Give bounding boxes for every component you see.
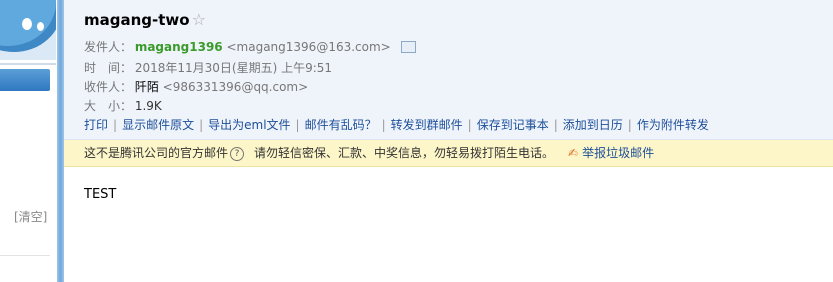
notice-warning: 请勿轻信密保、汇款、中奖信息，勿轻易拨打陌生电话。 xyxy=(254,146,555,160)
size-row: 大 小： 1.9K xyxy=(84,97,162,114)
logo-eye xyxy=(37,22,44,31)
export-eml-link[interactable]: 导出为eml文件 xyxy=(208,118,290,132)
time-label: 时 间： xyxy=(84,61,133,75)
mail-body: TEST xyxy=(84,187,117,202)
recipient-name[interactable]: 阡陌 xyxy=(135,80,159,94)
mail-actions: 打印 | 显示邮件原文 | 导出为eml文件 | 邮件有乱码？ | 转发到群邮件 | 保存到记事本 |… xyxy=(84,118,709,132)
print-link[interactable]: 打印 xyxy=(84,118,108,132)
contact-card-icon[interactable] xyxy=(400,40,416,53)
help-icon[interactable]: ? xyxy=(230,147,245,161)
star-icon[interactable]: ☆ xyxy=(192,10,206,29)
recipient-address: <986331396@qq.com> xyxy=(162,80,309,94)
notice-official: 这不是腾讯公司的官方邮件? xyxy=(84,140,245,166)
show-source-link[interactable]: 显示邮件原文 xyxy=(122,118,194,132)
save-notepad-link[interactable]: 保存到记事本 xyxy=(477,118,549,132)
sender-address: <magang1396@163.com> xyxy=(226,40,391,54)
add-calendar-link[interactable]: 添加到日历 xyxy=(563,118,623,132)
report-spam-link[interactable]: ✍ 举报垃圾邮件 xyxy=(568,140,654,166)
report-icon: ✍ xyxy=(568,146,579,160)
sidebar: [清空] xyxy=(0,0,56,282)
security-notice: 这不是腾讯公司的官方邮件? 请勿轻信密保、汇款、中奖信息，勿轻易拨打陌生电话。 … xyxy=(64,140,833,167)
logo-eye xyxy=(22,18,32,30)
from-row: 发件人： magang1396 <magang1396@163.com> xyxy=(84,38,416,55)
clear-button[interactable]: [清空] xyxy=(14,208,47,225)
time-value: 2018年11月30日(星期五) 上午9:51 xyxy=(134,61,333,75)
from-label: 发件人： xyxy=(84,40,133,54)
garbled-text-link[interactable]: 邮件有乱码？ xyxy=(305,118,377,132)
size-label: 大 小： xyxy=(84,99,133,113)
report-label: 举报垃圾邮件 xyxy=(582,146,655,160)
sidebar-selected-item[interactable] xyxy=(0,69,50,91)
panel-divider[interactable] xyxy=(57,0,64,282)
subject-text: magang-two xyxy=(84,11,190,29)
forward-group-link[interactable]: 转发到群邮件 xyxy=(391,118,463,132)
sender-name[interactable]: magang1396 xyxy=(135,40,223,54)
mail-header: magang-two ☆ 发件人： magang1396 <magang1396@… xyxy=(64,0,833,140)
sidebar-divider xyxy=(0,63,56,65)
mail-subject: magang-two ☆ xyxy=(84,10,206,29)
to-label: 收件人： xyxy=(84,80,133,94)
to-row: 收件人： 阡陌 <986331396@qq.com> xyxy=(84,78,308,95)
forward-attachment-link[interactable]: 作为附件转发 xyxy=(637,118,709,132)
time-row: 时 间： 2018年11月30日(星期五) 上午9:51 xyxy=(84,59,332,76)
notice-official-text: 这不是腾讯公司的官方邮件 xyxy=(84,146,229,160)
size-value: 1.9K xyxy=(134,99,162,113)
mail-view: magang-two ☆ 发件人： magang1396 <magang1396@… xyxy=(64,0,833,282)
qq-mail-logo xyxy=(0,0,56,60)
sidebar-separator xyxy=(0,255,50,256)
